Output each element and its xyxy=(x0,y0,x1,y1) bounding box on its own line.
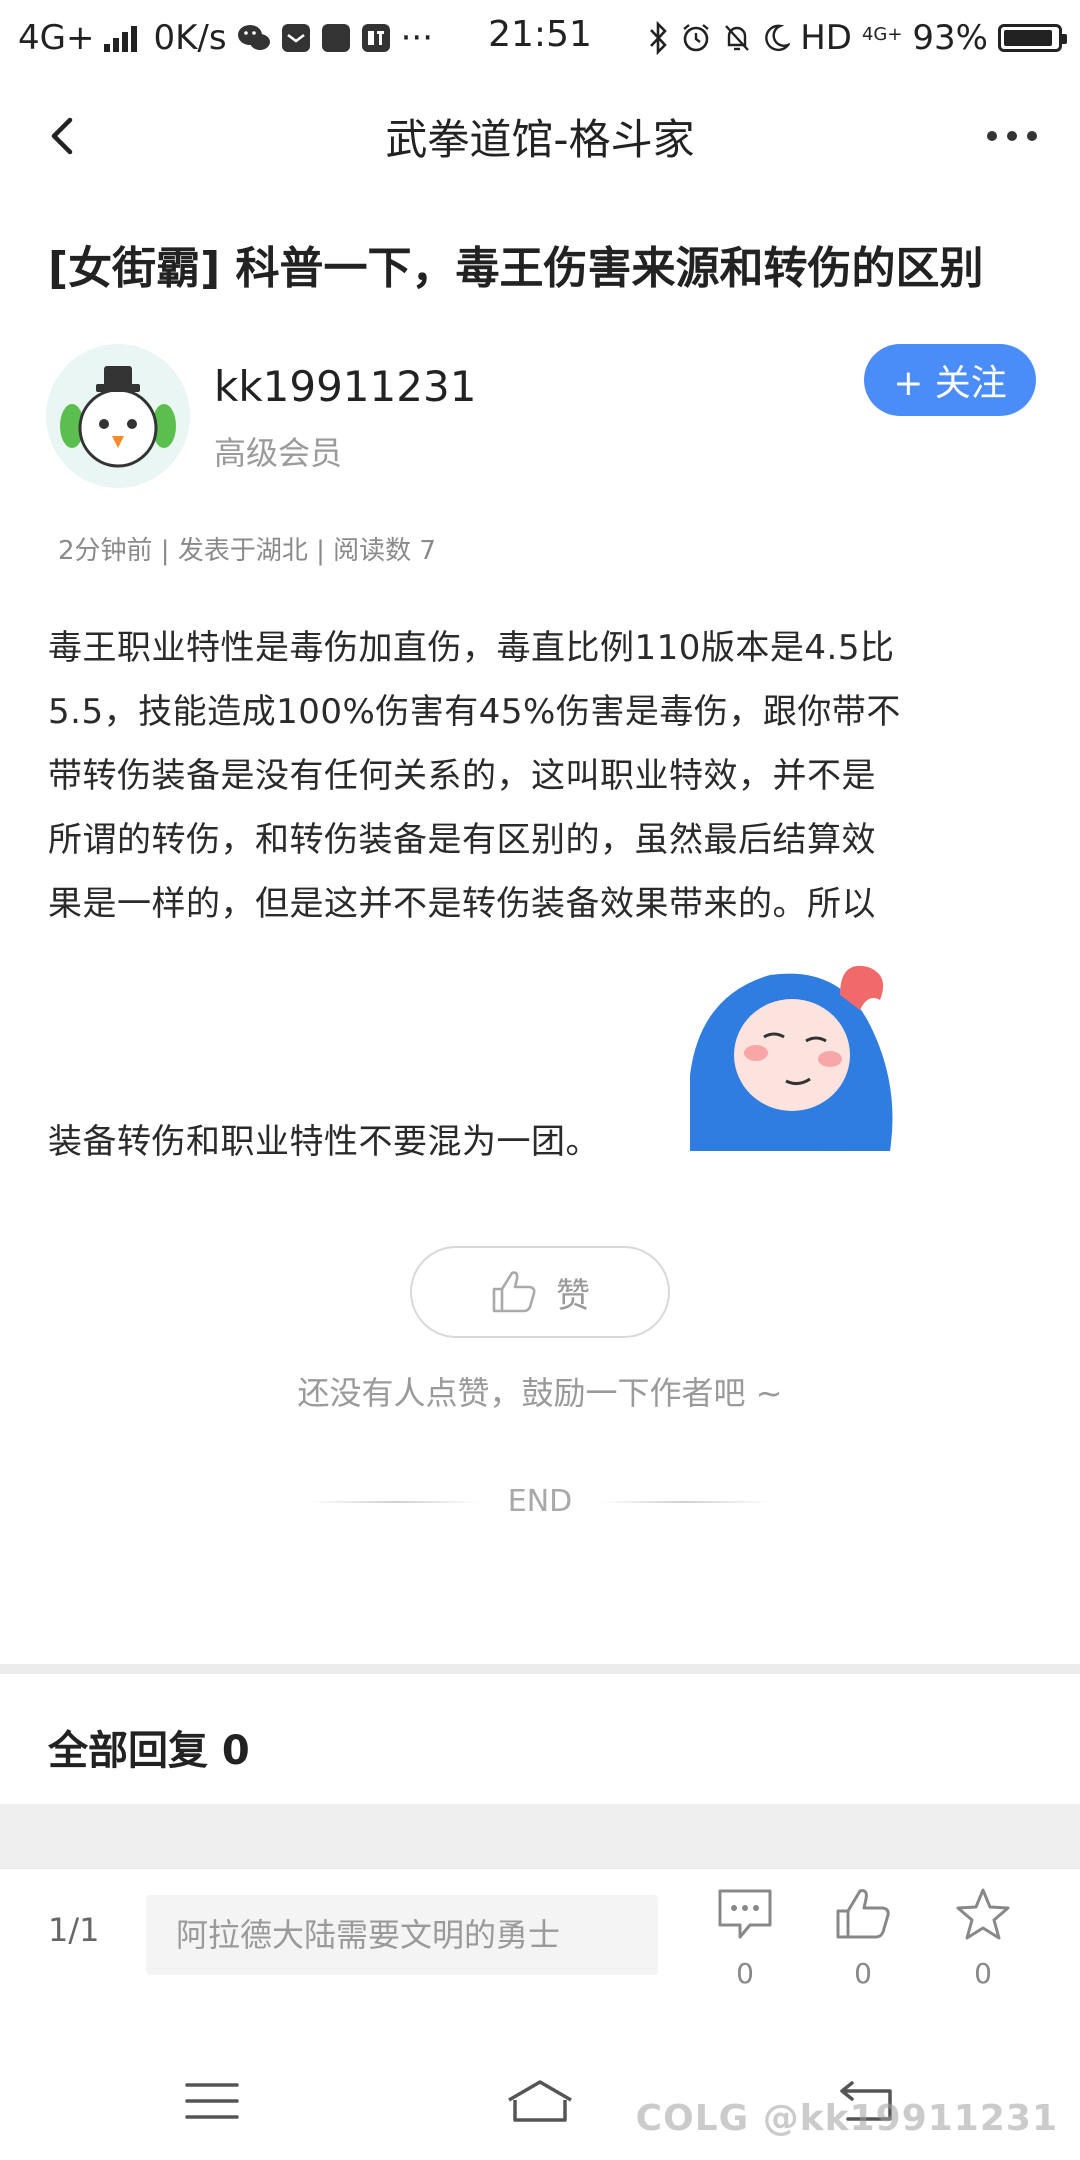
like-count: 0 xyxy=(854,1957,872,1990)
status-bar: 4G+ 0K/s ··· 21:51 HD 4G+ 93% xyxy=(0,0,1080,76)
end-label: END xyxy=(507,1484,573,1519)
alarm-icon xyxy=(680,22,712,54)
replies-header: 全部回复 0 xyxy=(48,1728,250,1774)
body-line: 带转伤装备是没有任何关系的，这叫职业特效，并不是 xyxy=(48,756,876,796)
end-marker: END xyxy=(0,1484,1080,1519)
more-options-button[interactable] xyxy=(972,110,1052,162)
page-indicator[interactable]: 1/1 xyxy=(48,1911,100,1949)
avatar[interactable] xyxy=(46,344,190,488)
app-notification-icon xyxy=(321,23,351,53)
post-body: 毒王职业特性是毒伤加直伤，毒直比例110版本是4.5比 5.5，技能造成100%… xyxy=(48,616,1038,936)
like-hint: 还没有人点赞，鼓励一下作者吧 ~ xyxy=(297,1374,783,1412)
body-last-line: 装备转伤和职业特性不要混为一团。 xyxy=(48,1122,600,1162)
post-title: [女街霸] 科普一下，毒王伤害来源和转伤的区别 xyxy=(48,243,984,294)
hd-indicator: HD xyxy=(800,18,852,58)
author-row: kk19911231 高级会员 + 关注 xyxy=(46,344,1036,492)
body-line: 5.5，技能造成100%伤害有45%伤害是毒伤，跟你带不 xyxy=(48,692,901,732)
bottom-action-bar: 1/1 0 0 0 xyxy=(0,1868,1080,2018)
end-divider-left xyxy=(309,1500,480,1503)
thumbs-up-icon xyxy=(836,1889,890,1939)
network-type: 4G+ xyxy=(18,18,95,58)
author-name[interactable]: kk19911231 xyxy=(214,362,476,411)
end-divider-right xyxy=(600,1500,771,1503)
moon-icon xyxy=(762,23,791,53)
mute-icon xyxy=(722,22,752,54)
system-menu-button[interactable] xyxy=(172,2066,252,2136)
body-line: 毒王职业特性是毒伤加直伤，毒直比例110版本是4.5比 xyxy=(48,628,895,668)
replies-empty-area xyxy=(0,1804,1080,1868)
favorite-button[interactable]: 0 xyxy=(938,1887,1028,1990)
reply-input[interactable] xyxy=(146,1895,658,1975)
post-meta: 2分钟前 | 发表于湖北 | 阅读数 7 xyxy=(58,536,436,566)
more-notifications-icon: ··· xyxy=(400,18,434,58)
star-icon xyxy=(956,1888,1010,1940)
status-right: HD 4G+ 93% xyxy=(648,18,1067,58)
favorite-count: 0 xyxy=(974,1957,992,1990)
author-level: 高级会员 xyxy=(214,434,343,472)
network-speed: 0K/s xyxy=(153,18,227,58)
top-nav-bar: 武拳道馆-格斗家 xyxy=(0,76,1080,196)
follow-button[interactable]: + 关注 xyxy=(864,344,1036,416)
comment-count: 0 xyxy=(736,1957,754,1990)
thumbs-up-icon xyxy=(492,1271,536,1313)
signal-icon xyxy=(104,24,138,52)
bluetooth-icon xyxy=(648,21,670,55)
like-action-button[interactable]: 0 xyxy=(818,1887,908,1990)
back-button[interactable] xyxy=(34,108,90,164)
network-badge: 4G+ xyxy=(861,24,903,45)
menu-icon xyxy=(185,2083,239,2119)
watermark: COLG @kk19911231 xyxy=(635,2098,1058,2139)
section-divider xyxy=(0,1664,1080,1674)
comment-button[interactable]: 0 xyxy=(700,1887,790,1990)
comment-icon xyxy=(718,1889,772,1939)
forum-title: 武拳道馆-格斗家 xyxy=(385,114,695,164)
home-icon xyxy=(508,2080,572,2122)
battery-icon xyxy=(998,24,1067,52)
back-arrow-icon xyxy=(51,117,73,155)
system-home-button[interactable] xyxy=(500,2066,580,2136)
mail-icon xyxy=(281,23,311,53)
follow-label: + 关注 xyxy=(893,363,1007,404)
like-button[interactable]: 赞 xyxy=(410,1246,670,1338)
wechat-icon xyxy=(237,23,271,53)
status-left: 4G+ 0K/s ··· xyxy=(18,18,648,58)
battery-percent: 93% xyxy=(912,18,988,58)
body-line: 所谓的转伤，和转伤装备是有区别的，虽然最后结算效 xyxy=(48,820,876,860)
tieba-icon xyxy=(361,23,391,53)
like-label: 赞 xyxy=(556,1275,590,1316)
sticker-emoji xyxy=(690,955,902,1151)
body-line: 果是一样的，但是这并不是转伤装备效果带来的。所以 xyxy=(48,884,876,924)
snowman-avatar-icon xyxy=(46,344,190,488)
